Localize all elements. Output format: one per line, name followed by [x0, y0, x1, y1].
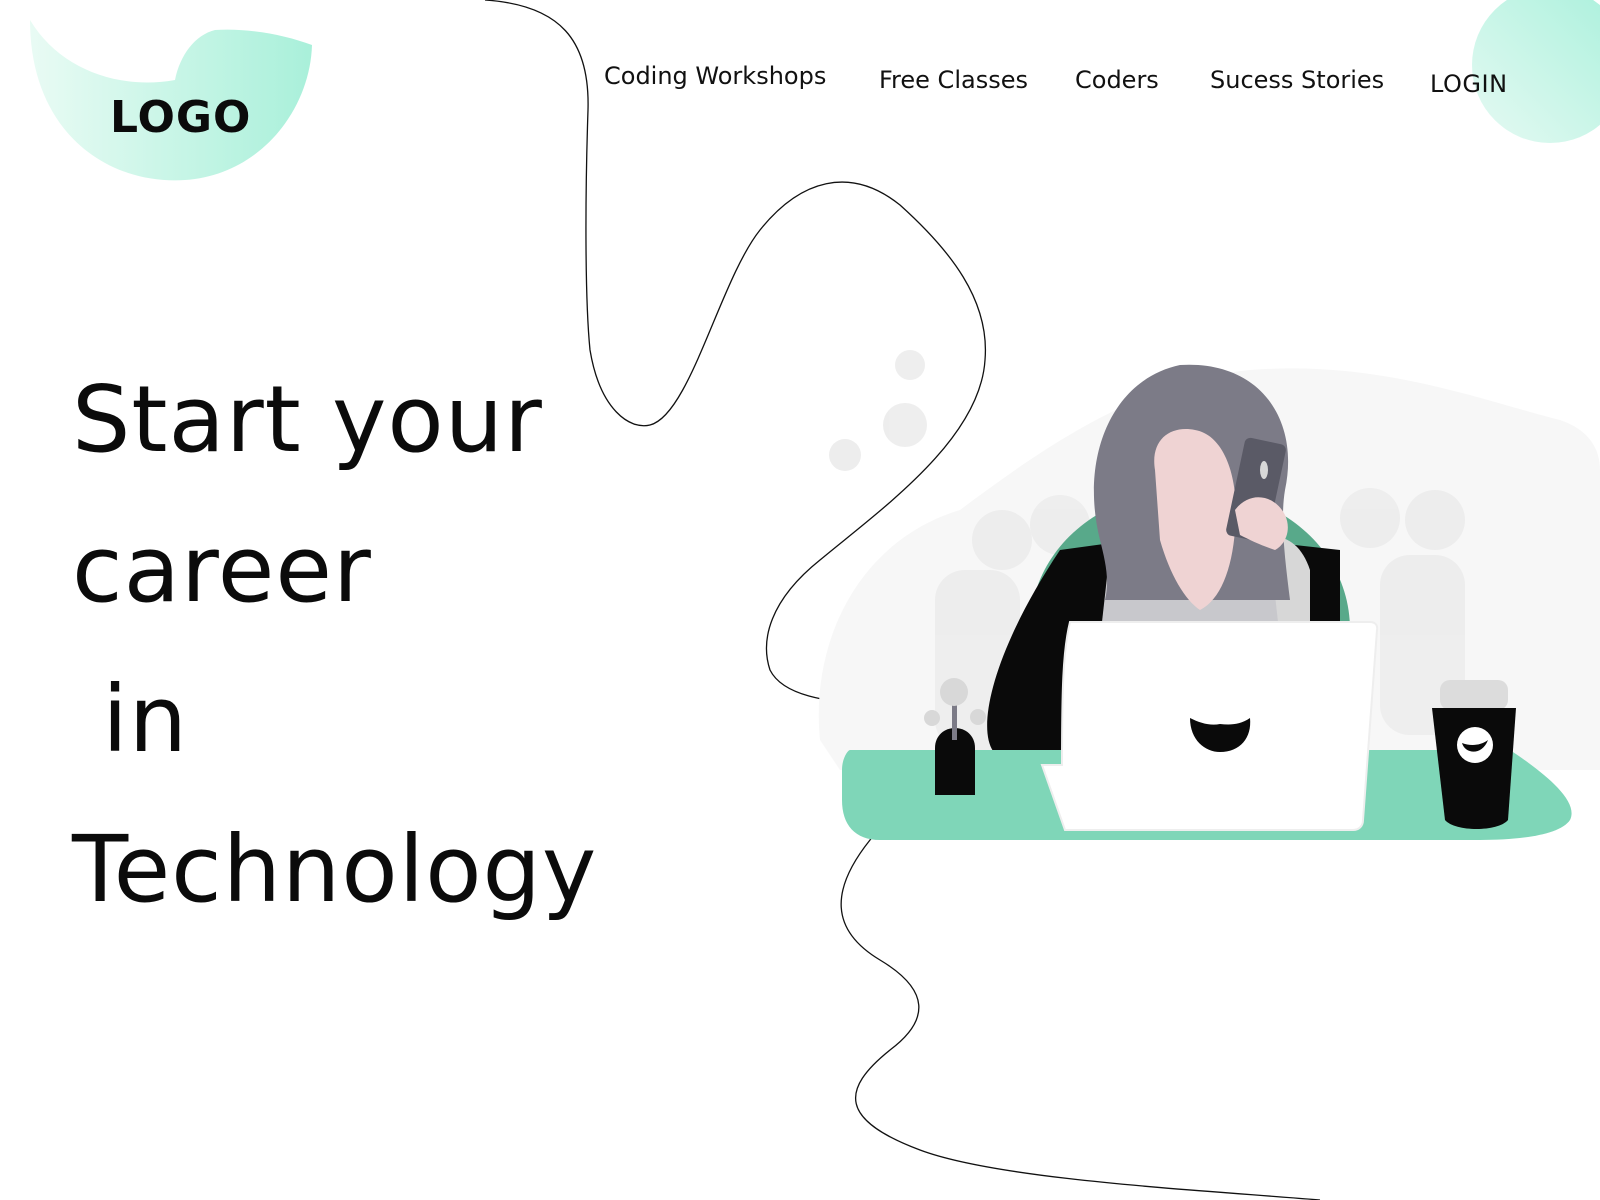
- hero-line-1: Start your: [72, 366, 543, 473]
- coffee-cup: [1432, 680, 1516, 829]
- hero-illustration: [818, 350, 1600, 840]
- login-link[interactable]: LOGIN: [1430, 70, 1508, 98]
- nav-success-stories[interactable]: Sucess Stories: [1210, 66, 1384, 94]
- hero-heading: Start your career in Technology: [72, 345, 792, 945]
- nav-free-classes[interactable]: Free Classes: [879, 66, 1028, 94]
- nav-coders[interactable]: Coders: [1075, 66, 1159, 94]
- landing-page: LOGO Coding Workshops Free Classes Coder…: [0, 0, 1600, 1200]
- main-navigation: Coding Workshops Free Classes Coders Suc…: [0, 62, 1600, 102]
- nav-coding-workshops[interactable]: Coding Workshops: [604, 62, 826, 90]
- hero-line-2: career: [72, 516, 372, 623]
- hero-line-4: Technology: [72, 816, 598, 923]
- hero-line-3: in: [72, 666, 189, 773]
